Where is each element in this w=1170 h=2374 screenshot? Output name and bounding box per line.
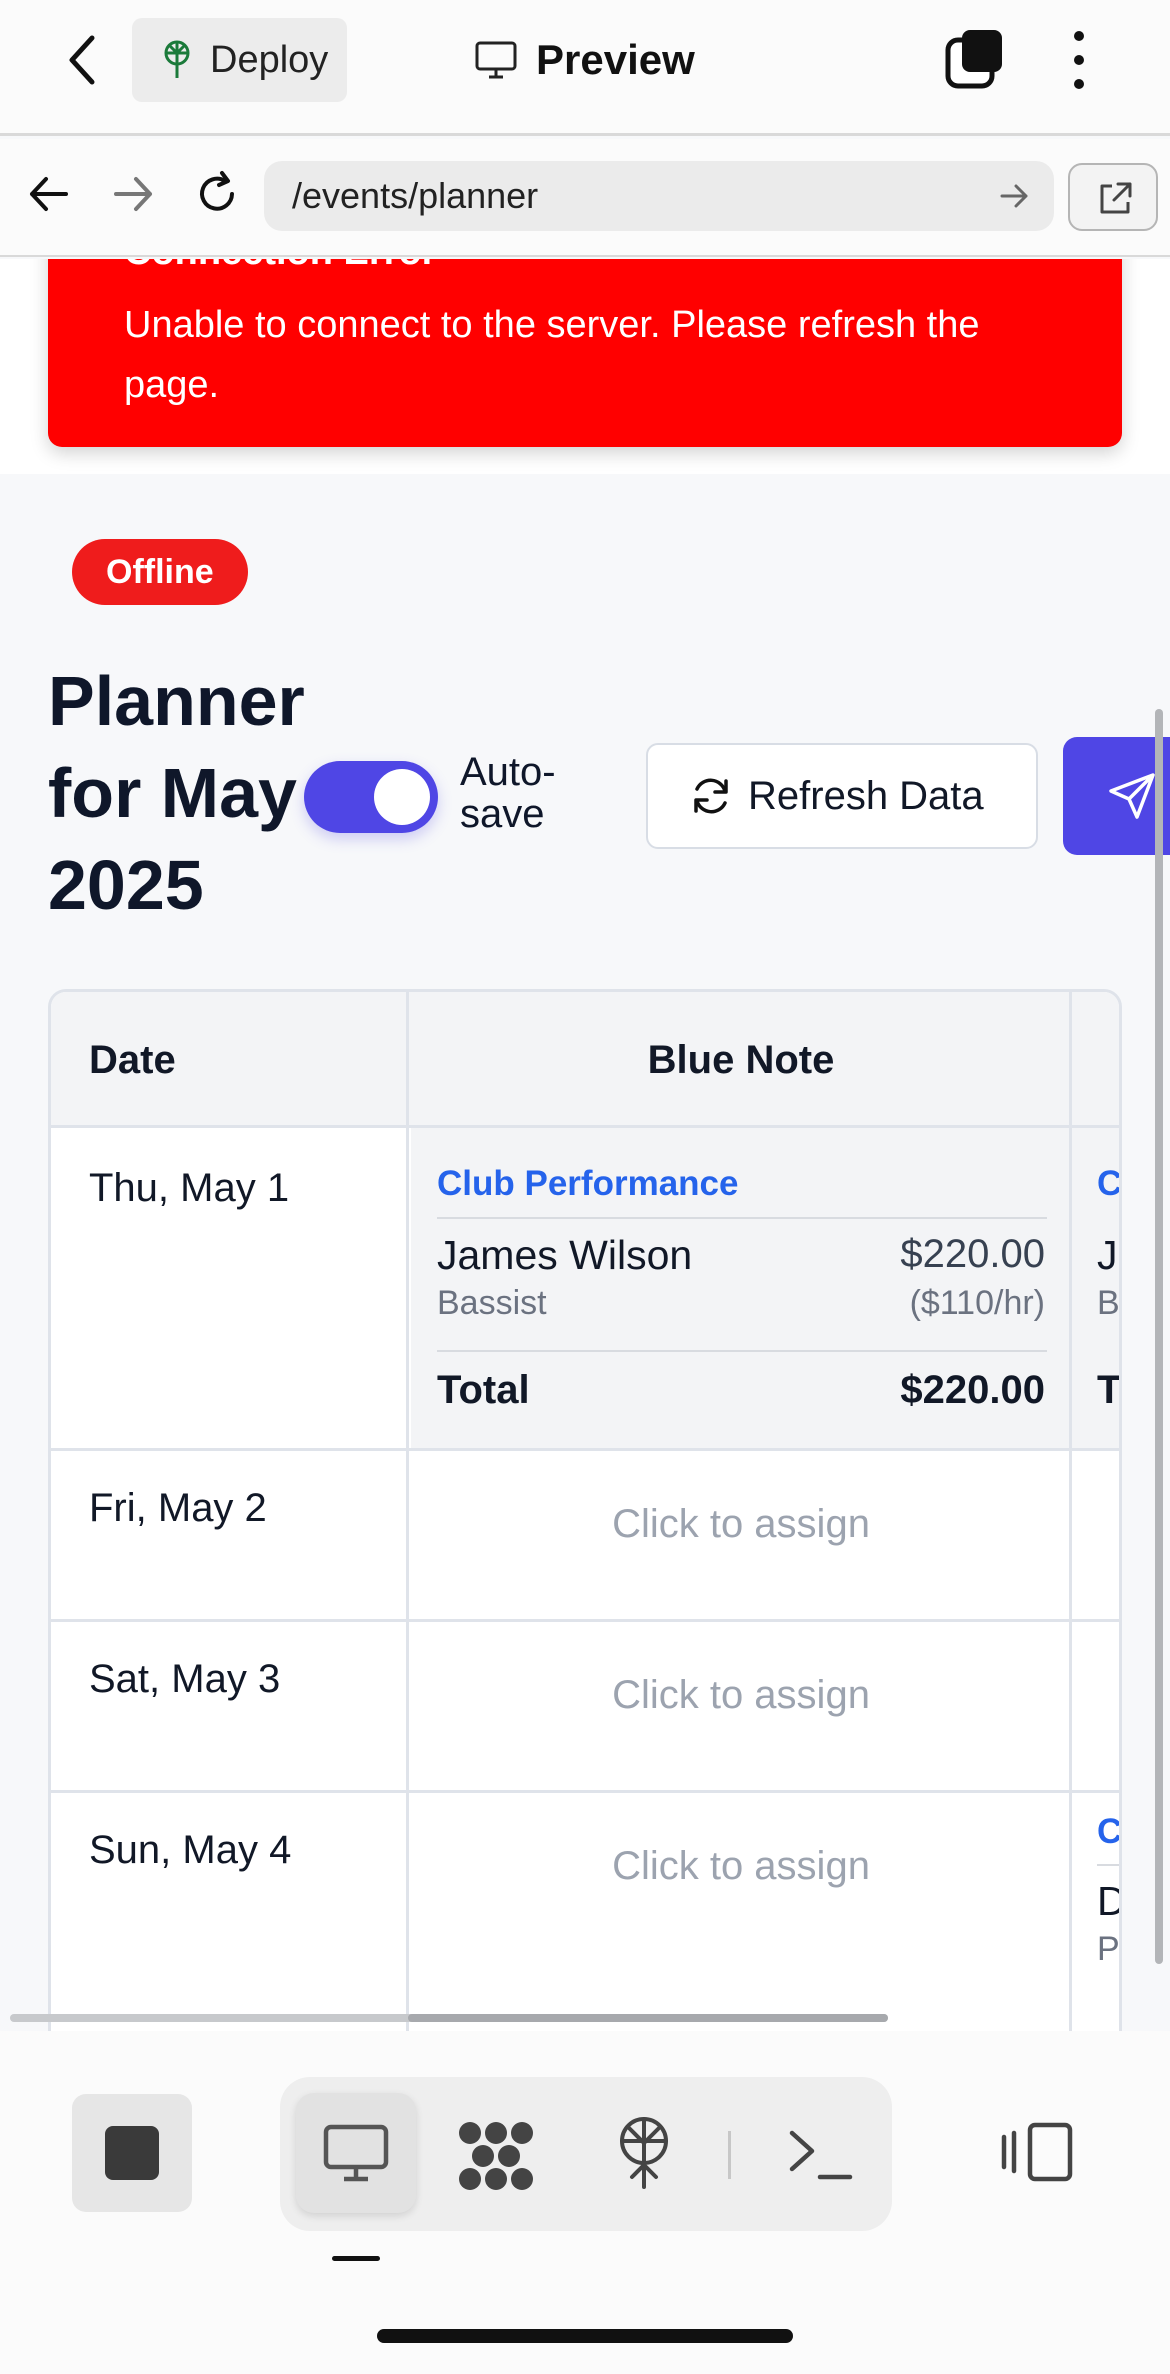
musician-name: James Wilson (437, 1232, 693, 1278)
refresh-icon (694, 778, 728, 814)
date-column-header: Date (89, 1038, 176, 1082)
open-external-button[interactable] (1068, 163, 1158, 231)
musician-amount: $220.00 (900, 1232, 1045, 1276)
page-title: Planner for May 2025 (48, 662, 305, 924)
planner-table: Date Blue Note Thu, May 1 Club Performan… (48, 989, 1122, 2031)
deploy-label: Deploy (210, 38, 329, 81)
stop-button[interactable] (72, 2094, 192, 2212)
vertical-scrollbar-thumb[interactable] (1155, 709, 1163, 1964)
grid-blob-icon[interactable] (456, 2119, 536, 2193)
desktop-tool-button[interactable] (296, 2093, 416, 2213)
external-link-icon (1100, 182, 1132, 214)
row-divider (51, 1448, 1119, 1451)
date-cell: Sun, May 4 (89, 1828, 292, 1872)
go-arrow-icon[interactable] (998, 179, 1032, 213)
column-divider (406, 992, 409, 2031)
error-title: Connection Error (124, 259, 436, 274)
assign-cell[interactable]: Click to assign (411, 1502, 1071, 1547)
event-title-partial: C (1097, 1164, 1122, 1203)
total-label: Total (437, 1368, 530, 1412)
total-label-partial: T (1097, 1368, 1122, 1412)
reload-icon[interactable] (192, 169, 242, 219)
autosave-label: Auto-save (460, 750, 556, 836)
partial-column: C D P (1097, 1812, 1122, 2012)
preview-label: Preview (536, 36, 695, 83)
arrow-right-icon[interactable] (108, 169, 158, 219)
date-cell: Thu, May 1 (89, 1166, 290, 1210)
date-cell: Fri, May 2 (89, 1486, 267, 1530)
error-toast: Connection Error Unable to connect to th… (48, 259, 1122, 447)
musician-rate: ($110/hr) (909, 1284, 1045, 1322)
send-button[interactable] (1063, 737, 1170, 855)
preview-tab[interactable]: Preview (474, 30, 695, 90)
deploy-icon (164, 40, 190, 78)
horizontal-scrollbar-thumb[interactable] (408, 2014, 888, 2022)
app-top-bar: Deploy Preview (0, 0, 1170, 136)
assign-cell[interactable]: Click to assign (411, 1673, 1071, 1718)
url-input[interactable]: /events/planner (264, 161, 1054, 231)
error-message: Unable to connect to the server. Please … (124, 304, 980, 406)
booking-divider (1097, 1864, 1119, 1866)
stop-icon (105, 2126, 159, 2180)
musician-name-partial: J (1097, 1232, 1118, 1278)
refresh-data-button[interactable]: Refresh Data (646, 743, 1038, 849)
device-toggle-icon[interactable] (1000, 2121, 1076, 2183)
musician-name-partial: D (1097, 1878, 1119, 1925)
web-content: Connection Error Unable to connect to th… (0, 259, 1170, 2031)
home-indicator[interactable] (377, 2329, 793, 2343)
deploy-button[interactable]: Deploy (132, 18, 347, 102)
browser-bar: /events/planner (0, 139, 1170, 257)
toggle-knob (374, 769, 430, 825)
event-title[interactable]: Club Performance (437, 1164, 738, 1204)
back-chevron-icon[interactable] (60, 30, 108, 90)
assign-cell[interactable]: Click to assign (411, 1844, 1071, 1889)
arrow-left-icon[interactable] (24, 169, 74, 219)
more-vertical-icon[interactable] (1064, 28, 1094, 92)
musician-role: Bassist (437, 1284, 547, 1322)
refresh-label: Refresh Data (748, 773, 984, 818)
deploy-tree-icon[interactable] (614, 2115, 674, 2191)
autosave-toggle[interactable] (304, 761, 438, 833)
venue-column-header: Blue Note (647, 1038, 835, 1082)
partial-column: C J B T (1097, 1152, 1122, 1452)
event-title-partial: C (1097, 1812, 1122, 1851)
monitor-icon (475, 41, 517, 79)
active-tab-indicator (332, 2256, 380, 2261)
date-cell: Sat, May 3 (89, 1657, 281, 1701)
musician-role-partial: P (1097, 1930, 1120, 1968)
booking-divider (437, 1350, 1047, 1352)
send-icon (1109, 773, 1155, 819)
url-text: /events/planner (292, 175, 539, 216)
desktop-icon (323, 2124, 389, 2182)
terminal-icon[interactable] (786, 2125, 856, 2183)
bottom-toolbar (0, 2031, 1170, 2374)
musician-role-partial: B (1097, 1284, 1120, 1322)
toolbar-separator (728, 2131, 731, 2179)
tool-switcher (280, 2077, 892, 2231)
row-divider (51, 1619, 1119, 1622)
row-divider (51, 1790, 1119, 1793)
booking-divider (437, 1217, 1047, 1219)
status-badge: Offline (72, 539, 248, 605)
total-value: $220.00 (900, 1368, 1045, 1412)
windows-icon[interactable] (944, 28, 1004, 90)
